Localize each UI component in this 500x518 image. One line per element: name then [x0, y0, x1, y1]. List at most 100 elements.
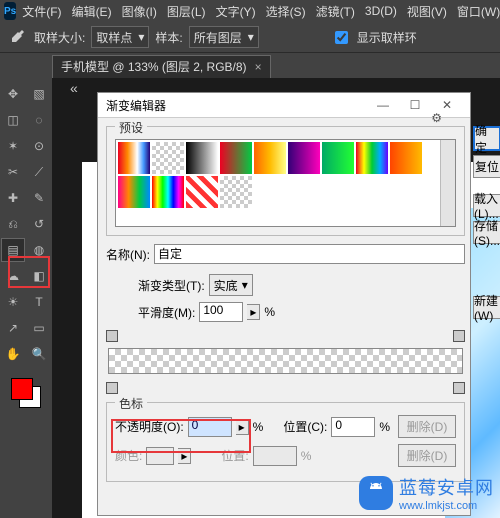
preset-grid [115, 139, 456, 227]
menu-type[interactable]: 文字(Y) [216, 3, 256, 20]
preset-scrollbar[interactable] [440, 140, 455, 226]
menu-view[interactable]: 视图(V) [407, 3, 447, 20]
position2-label: 位置: [221, 447, 248, 464]
hand-tool[interactable]: ✋ [1, 342, 25, 366]
presets-legend: 预设 [115, 119, 147, 136]
gradient-type-dropdown[interactable]: 实底▾ [209, 274, 253, 296]
presets-fieldset: 预设 ⚙ [106, 126, 465, 236]
preset-swatch[interactable] [220, 142, 252, 174]
preset-swatch[interactable] [322, 142, 354, 174]
name-label: 名称(N): [106, 246, 150, 263]
reset-button[interactable]: 复位 [473, 155, 500, 178]
color-stop-left[interactable] [106, 382, 118, 394]
shape-tool[interactable]: ▭ [27, 316, 51, 340]
dialog-titlebar[interactable]: 渐变编辑器 — ☐ ✕ [98, 93, 470, 118]
preset-swatch[interactable] [186, 176, 218, 208]
menu-layer[interactable]: 图层(L) [167, 3, 206, 20]
delete-color-stop-button[interactable]: 删除(D) [398, 444, 456, 467]
preset-swatch[interactable] [390, 142, 422, 174]
foreground-color[interactable] [11, 378, 33, 400]
menu-edit[interactable]: 编辑(E) [72, 3, 112, 20]
preset-swatch[interactable] [220, 176, 252, 208]
document-tab[interactable]: 手机模型 @ 133% (图层 2, RGB/8) × [52, 55, 271, 78]
bottom-stops-row[interactable] [106, 380, 465, 392]
history-brush-tool[interactable]: ↺ [27, 212, 51, 236]
paint-bucket-tool[interactable]: ◍ [27, 238, 51, 262]
watermark: 蓝莓安卓网 www.lmkjst.com [359, 474, 494, 512]
stops-fieldset: 色标 不透明度(O): 0 ▸ % 位置(C): 0 % 删除(D) 颜色: [106, 402, 465, 482]
menu-select[interactable]: 选择(S) [266, 3, 306, 20]
stops-legend: 色标 [115, 395, 147, 412]
color-label: 颜色: [115, 447, 142, 464]
new-button[interactable]: 新建(W) [473, 296, 500, 319]
position-input[interactable]: 0 [331, 417, 375, 437]
preset-swatch[interactable] [186, 142, 218, 174]
eyedropper-tool[interactable]: ⟋ [27, 160, 51, 184]
smoothness-input[interactable]: 100 [199, 302, 243, 322]
blur-tool[interactable]: ☁ [1, 264, 25, 288]
color-stop-right[interactable] [453, 382, 465, 394]
menu-3d[interactable]: 3D(D) [365, 4, 397, 18]
wand-tool[interactable]: ✶ [1, 134, 25, 158]
sample-size-dropdown[interactable]: 取样点▾ [91, 26, 149, 48]
save-button[interactable]: 存储(S)... [473, 221, 500, 244]
menu-image[interactable]: 图像(I) [122, 3, 157, 20]
smoothness-label: 平滑度(M): [138, 304, 195, 321]
color-flyout[interactable]: ▸ [178, 448, 191, 464]
preset-swatch[interactable] [118, 142, 150, 174]
menu-window[interactable]: 窗口(W) [457, 3, 500, 20]
eraser-tool[interactable]: ◧ [27, 264, 51, 288]
dodge-tool[interactable]: ☀ [1, 290, 25, 314]
opacity-label: 不透明度(O): [115, 418, 184, 435]
preset-swatch[interactable] [288, 142, 320, 174]
brush-tool[interactable]: ✎ [27, 186, 51, 210]
lasso-tool[interactable]: ◌ [27, 108, 51, 132]
crop-tool[interactable]: ✂ [1, 160, 25, 184]
opacity-input[interactable]: 0 [188, 417, 232, 437]
artboard-tool[interactable]: ▧ [27, 82, 51, 106]
show-sampling-ring-checkbox[interactable] [335, 31, 348, 44]
path-tool[interactable]: ↗ [1, 316, 25, 340]
stop-color-chip[interactable] [146, 447, 174, 465]
opacity-stop-left[interactable] [106, 330, 118, 342]
ok-button[interactable]: 确定 [473, 126, 500, 151]
gradient-type-label: 渐变类型(T): [138, 277, 205, 294]
zoom-tool[interactable]: 🔍 [27, 342, 51, 366]
type-tool[interactable]: T [27, 290, 51, 314]
smoothness-flyout[interactable]: ▸ [247, 304, 260, 320]
gradient-tool[interactable]: ▤ [1, 238, 25, 262]
gear-icon[interactable]: ⚙ [431, 111, 442, 125]
preset-swatch[interactable] [152, 176, 184, 208]
watermark-url: www.lmkjst.com [399, 500, 494, 512]
color-swatch[interactable] [11, 378, 41, 408]
sample-size-label: 取样大小: [34, 29, 85, 46]
quick-select-tool[interactable]: ⊙ [27, 134, 51, 158]
gradient-bar[interactable] [108, 348, 463, 374]
preset-swatch[interactable] [152, 142, 184, 174]
app-logo: Ps [4, 2, 16, 20]
tool-panel: ✥▧ ◫◌ ✶⊙ ✂⟋ ✚✎ ⎌↺ ▤◍ ☁◧ ☀T ↗▭ ✋🔍 [0, 78, 53, 518]
eyedropper-tool-icon[interactable] [6, 26, 28, 48]
clone-tool[interactable]: ⎌ [1, 212, 25, 236]
preset-swatch[interactable] [254, 142, 286, 174]
minimize-icon[interactable]: — [368, 95, 398, 115]
gradient-name-input[interactable]: 自定 [154, 244, 465, 264]
percent-sign: % [264, 305, 275, 319]
move-tool[interactable]: ✥ [1, 82, 25, 106]
delete-stop-button[interactable]: 删除(D) [398, 415, 456, 438]
menu-file[interactable]: 文件(F) [22, 3, 61, 20]
close-icon[interactable]: × [255, 60, 262, 74]
opacity-stop-right[interactable] [453, 330, 465, 342]
document-tab-title: 手机模型 @ 133% (图层 2, RGB/8) [61, 58, 247, 75]
marquee-tool[interactable]: ◫ [1, 108, 25, 132]
sample-layers-dropdown[interactable]: 所有图层▾ [189, 26, 259, 48]
collapse-panel-icon[interactable]: « [70, 80, 78, 96]
menu-filter[interactable]: 滤镜(T) [316, 3, 355, 20]
spot-heal-tool[interactable]: ✚ [1, 186, 25, 210]
top-stops-row[interactable] [106, 332, 465, 342]
maximize-icon[interactable]: ☐ [400, 95, 430, 115]
preset-swatch[interactable] [356, 142, 388, 174]
preset-swatch[interactable] [118, 176, 150, 208]
load-button[interactable]: 载入(L)... [473, 194, 500, 217]
opacity-flyout[interactable]: ▸ [236, 419, 249, 435]
